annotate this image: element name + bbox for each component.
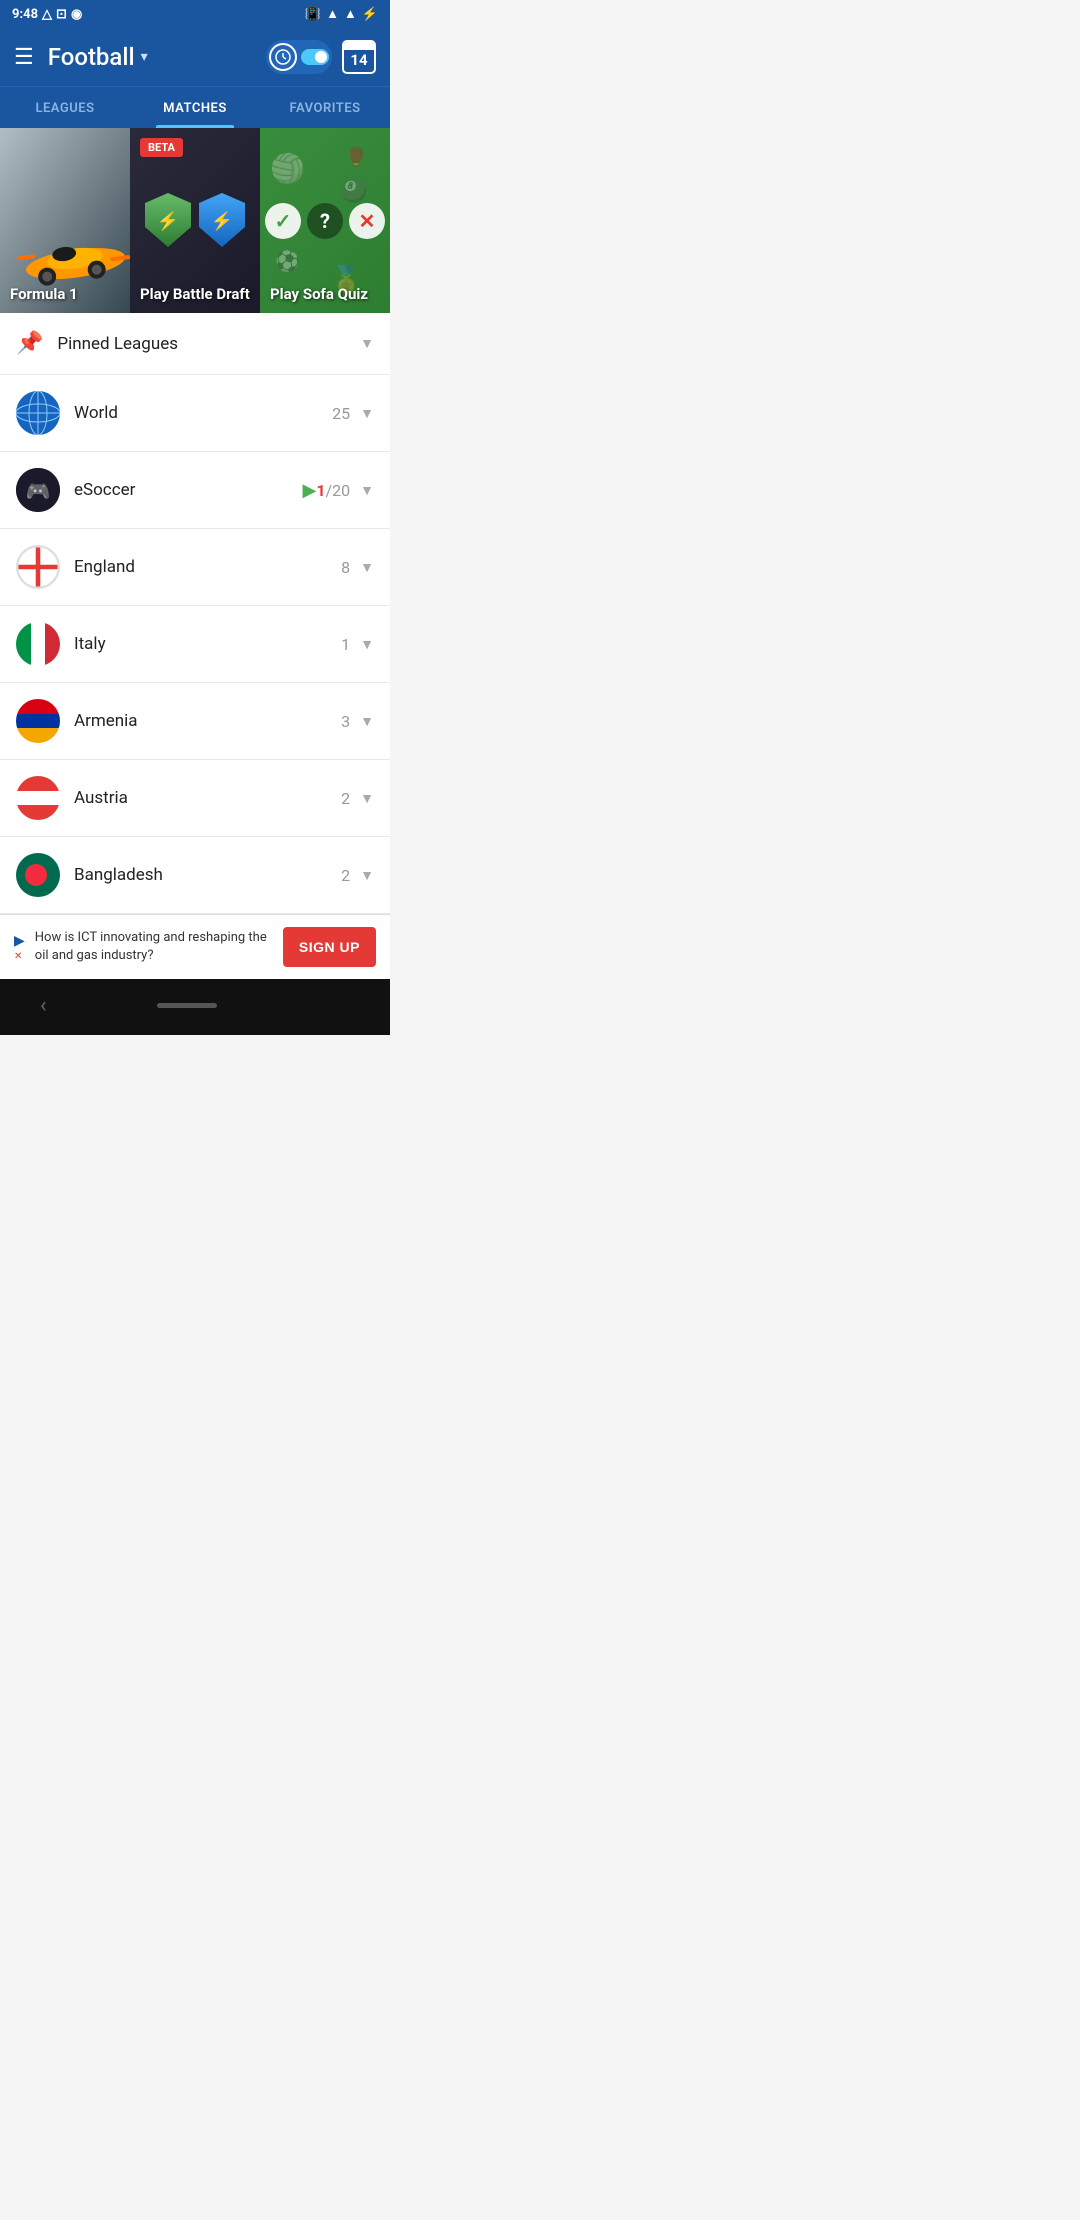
photos-icon: ⊡ <box>56 7 67 22</box>
armenia-item-count: 3 <box>341 712 350 731</box>
austria-item-count: 2 <box>341 789 350 808</box>
armenia-item-name: Armenia <box>74 711 341 731</box>
menu-button[interactable]: ☰ <box>14 45 34 70</box>
svg-text:🎮: 🎮 <box>26 479 51 503</box>
italy-item-count: 1 <box>341 635 350 654</box>
battle-draft-label: Play Battle Draft <box>140 285 250 303</box>
chevron-down-icon: ▼ <box>360 559 374 576</box>
list-item[interactable]: England 8 ▼ <box>0 529 390 606</box>
drive-icon: △ <box>42 7 52 22</box>
formula1-label: Formula 1 <box>10 285 78 303</box>
clock-icon <box>269 43 297 71</box>
bangladesh-item-count: 2 <box>341 866 350 885</box>
chevron-down-icon: ▼ <box>360 636 374 653</box>
italy-item-name: Italy <box>74 634 341 654</box>
time-display: 9:48 <box>12 7 38 22</box>
tab-bar: LEAGUES MATCHES FAVORITES <box>0 86 390 128</box>
header-left: ☰ Football ▾ <box>14 43 148 71</box>
chevron-down-icon: ▼ <box>360 867 374 884</box>
sport-selector[interactable]: Football ▾ <box>48 43 148 71</box>
austria-flag-icon <box>16 776 60 820</box>
ad-banner: ▶ ✕ How is ICT innovating and reshaping … <box>0 914 390 979</box>
wifi-icon: ▲ <box>326 6 339 22</box>
chevron-down-icon: ▼ <box>360 405 374 422</box>
leagues-list: 📌 Pinned Leagues ▼ World 25 ▼ 🎮 eSoccer <box>0 313 390 914</box>
tab-favorites[interactable]: FAVORITES <box>260 87 390 128</box>
status-time: 9:48 △ ⊡ ◉ <box>12 7 82 22</box>
bangladesh-flag-icon <box>16 853 60 897</box>
tab-leagues[interactable]: LEAGUES <box>0 87 130 128</box>
chevron-down-icon: ▼ <box>360 790 374 807</box>
header-right: 14 <box>266 40 376 74</box>
formula1-card[interactable]: Formula 1 <box>0 128 130 313</box>
vibrate-icon: 📳 <box>305 7 321 22</box>
armenia-flag-icon <box>16 699 60 743</box>
signup-button[interactable]: SIGN UP <box>283 927 376 967</box>
esoccer-item-name: eSoccer <box>74 480 297 500</box>
home-indicator[interactable] <box>157 1003 217 1008</box>
live-toggle[interactable] <box>266 40 332 74</box>
signal-icon: ▲ <box>344 6 357 22</box>
england-item-name: England <box>74 557 341 577</box>
tab-matches[interactable]: MATCHES <box>130 87 260 128</box>
ad-text: How is ICT innovating and reshaping the … <box>35 929 273 965</box>
svg-text:🏐: 🏐 <box>270 152 305 185</box>
svg-text:🥊: 🥊 <box>345 146 367 168</box>
esoccer-flag-icon: 🎮 <box>16 468 60 512</box>
list-item[interactable]: Austria 2 ▼ <box>0 760 390 837</box>
status-bar: 9:48 △ ⊡ ◉ 📳 ▲ ▲ ⚡ <box>0 0 390 28</box>
bangladesh-item-name: Bangladesh <box>74 865 341 885</box>
beta-badge: BETA <box>140 138 183 157</box>
svg-text:⚽: ⚽ <box>274 249 300 273</box>
toggle-switch[interactable] <box>301 49 329 65</box>
sport-title: Football <box>48 43 135 71</box>
dropdown-arrow-icon: ▾ <box>141 49 148 65</box>
chevron-down-icon: ▼ <box>360 713 374 730</box>
pinned-leagues-item[interactable]: 📌 Pinned Leagues ▼ <box>0 313 390 375</box>
chevron-down-icon: ▼ <box>360 482 374 499</box>
world-flag-icon <box>16 391 60 435</box>
sofa-quiz-label: Play Sofa Quiz <box>270 285 368 303</box>
list-item[interactable]: 🎮 eSoccer ▶ 1/20 ▼ <box>0 452 390 529</box>
world-item-count: 25 <box>332 404 350 423</box>
england-item-count: 8 <box>341 558 350 577</box>
world-item-name: World <box>74 403 332 423</box>
svg-text:🎱: 🎱 <box>340 176 368 204</box>
pinned-label: Pinned Leagues <box>57 334 360 354</box>
pin-icon: 📌 <box>16 331 43 356</box>
status-indicators: 📳 ▲ ▲ ⚡ <box>305 6 378 22</box>
battery-icon: ⚡ <box>362 7 378 22</box>
esoccer-item-count: 1/20 <box>316 481 350 500</box>
calendar-button[interactable]: 14 <box>342 40 376 74</box>
italy-flag-icon <box>16 622 60 666</box>
live-play-icon: ▶ <box>303 480 317 501</box>
austria-item-name: Austria <box>74 788 341 808</box>
ad-play-icon: ▶ ✕ <box>14 933 25 962</box>
list-item[interactable]: Italy 1 ▼ <box>0 606 390 683</box>
list-item[interactable]: World 25 ▼ <box>0 375 390 452</box>
battle-shields: ⚡ ⚡ <box>143 191 247 251</box>
svg-text:⚡: ⚡ <box>211 210 233 232</box>
sofa-quiz-card[interactable]: 🏐 🎱 ⚽ 🏅 🥊 ✓ ? ✕ Play Sofa Quiz <box>260 128 390 313</box>
chevron-down-icon: ▼ <box>360 335 374 352</box>
list-item[interactable]: Bangladesh 2 ▼ <box>0 837 390 914</box>
featured-cards: Formula 1 BETA ⚡ <box>0 128 390 313</box>
svg-text:⚡: ⚡ <box>157 210 179 232</box>
back-button[interactable]: ‹ <box>40 993 47 1018</box>
list-item[interactable]: Armenia 3 ▼ <box>0 683 390 760</box>
nav-bar: ‹ <box>0 979 390 1035</box>
england-flag-icon <box>16 545 60 589</box>
battle-draft-card[interactable]: BETA ⚡ <box>130 128 260 313</box>
at-icon: ◉ <box>71 7 82 22</box>
app-header: ☰ Football ▾ 14 <box>0 28 390 86</box>
